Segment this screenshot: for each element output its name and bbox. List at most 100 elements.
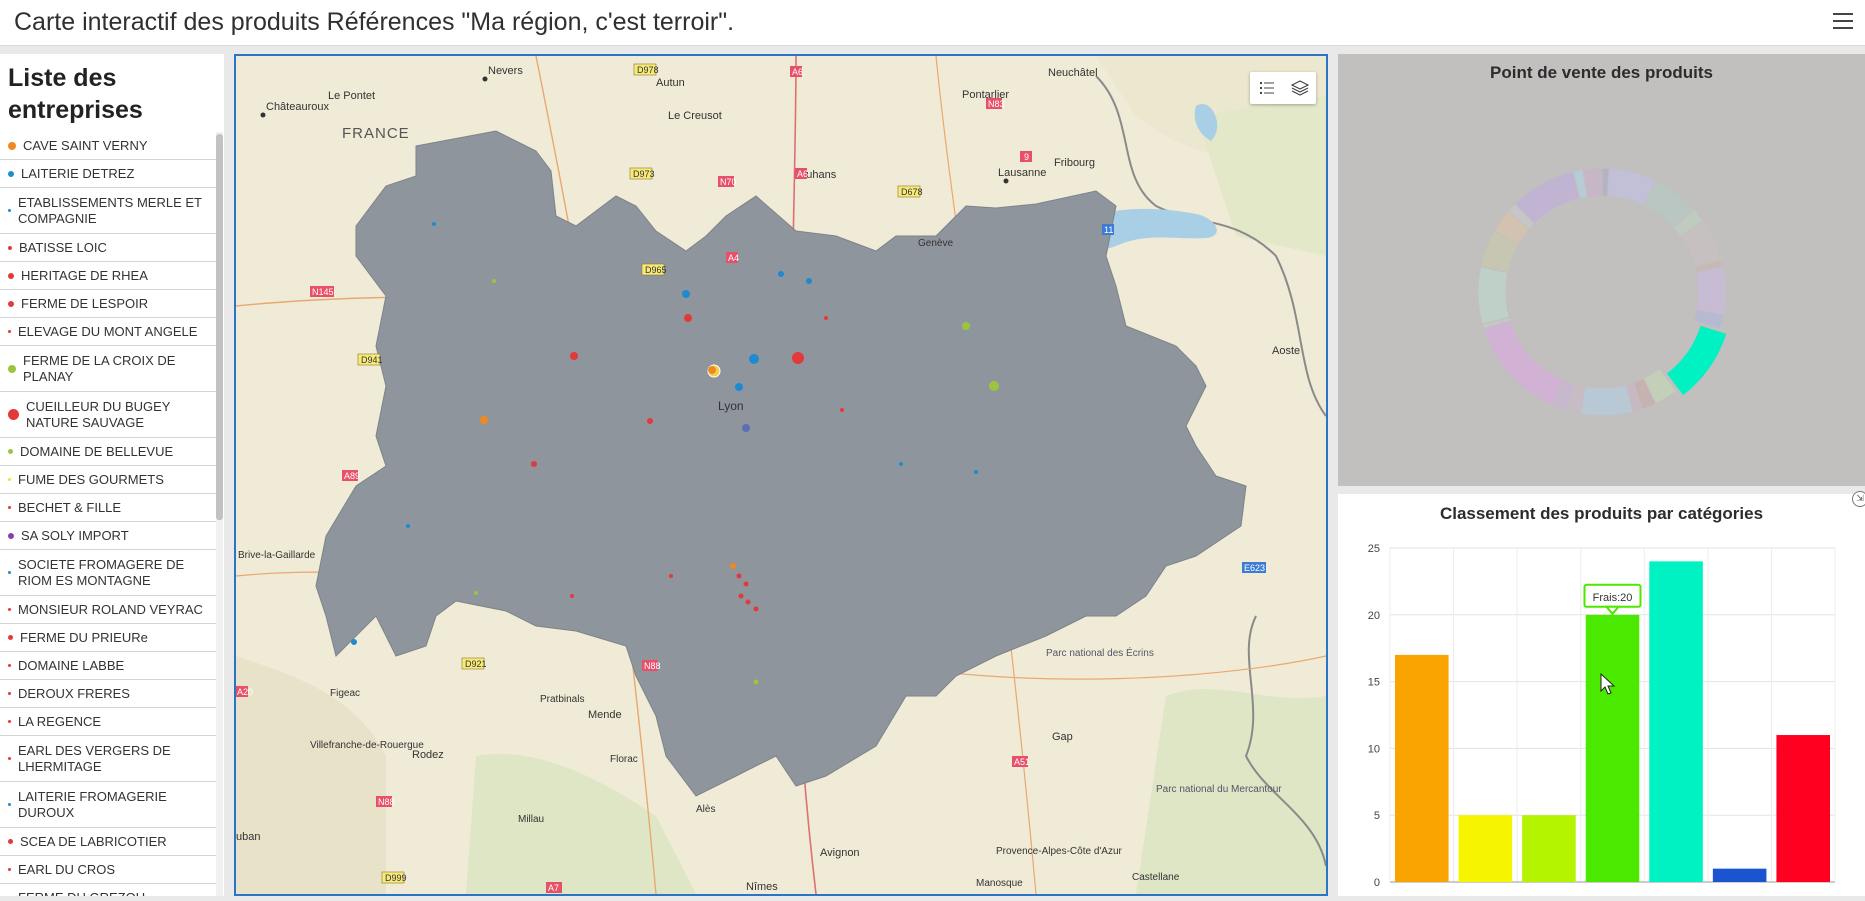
pie-chart[interactable]	[1338, 54, 1865, 486]
company-list-item[interactable]: BATISSE LOIC	[0, 234, 218, 262]
y-tick-label: 15	[1368, 677, 1380, 689]
road-shield-label: A20	[237, 687, 253, 697]
company-name: LAITERIE DETREZ	[21, 165, 135, 181]
company-list-item[interactable]: FERME DE LESPOIR	[0, 290, 218, 318]
map-label-manosque: Manosque	[976, 878, 1023, 889]
product-marker	[480, 416, 488, 424]
map-label-france: FRANCE	[342, 125, 410, 142]
bar[interactable]	[1395, 654, 1449, 882]
layers-icon[interactable]	[1283, 72, 1316, 104]
pie-slice[interactable]	[1477, 266, 1510, 325]
road-shield-label: D973	[633, 169, 655, 179]
road-shield-label: A4	[728, 253, 739, 263]
company-list-item[interactable]: DOMAINE LABBE	[0, 652, 218, 680]
company-list-item[interactable]: HERITAGE DE RHEA	[0, 262, 218, 290]
company-name: DOMAINE DE BELLEVUE	[20, 443, 174, 459]
sidebar-scrollbar-thumb[interactable]	[216, 134, 223, 520]
pie-chart-panel: Point de vente des produits	[1338, 54, 1865, 486]
bar-chart[interactable]: 0 5 10 15 20 25 Frais:20	[1338, 494, 1865, 896]
company-list-item[interactable]: FERME DE LA CROIX DE PLANAY	[0, 346, 218, 392]
bar[interactable]	[1522, 815, 1576, 882]
product-marker	[735, 383, 743, 391]
company-list-item[interactable]: SA SOLY IMPORT	[0, 522, 218, 550]
map-label-millau: Millau	[518, 814, 544, 825]
pie-slice[interactable]	[1483, 319, 1565, 407]
road-shield-label: N70	[720, 177, 737, 187]
product-marker	[684, 314, 692, 322]
bar[interactable]	[1458, 815, 1513, 882]
company-color-dot	[8, 635, 13, 640]
pie-slice[interactable]	[1695, 266, 1727, 316]
map-label-lyon: Lyon	[718, 399, 744, 413]
map-label-gap: Gap	[1052, 731, 1073, 743]
company-list-item[interactable]: EARL DU CROS	[0, 856, 218, 884]
road-shield-label: N83	[988, 99, 1005, 109]
company-color-dot	[8, 608, 11, 611]
company-list-item[interactable]: CAVE SAINT VERNY	[0, 132, 218, 160]
company-list-item[interactable]: LA REGENCE	[0, 708, 218, 736]
company-color-dot	[8, 330, 11, 333]
bar[interactable]	[1712, 868, 1767, 882]
company-list-item[interactable]: DEROUX FRERES	[0, 680, 218, 708]
bar[interactable]	[1585, 614, 1640, 882]
company-list-item[interactable]: ETABLISSEMENTS MERLE ET COMPAGNIE	[0, 188, 218, 234]
map-label-florac: Florac	[610, 754, 638, 765]
map-label-mende: Mende	[588, 709, 622, 721]
product-marker	[647, 418, 653, 424]
company-name: SA SOLY IMPORT	[21, 527, 129, 543]
y-tick-label: 20	[1368, 610, 1380, 622]
product-marker	[778, 271, 784, 277]
map-label-lecreusot: Le Creusot	[668, 110, 722, 122]
map-label-pratbinals: Pratbinals	[540, 694, 584, 705]
product-marker	[406, 524, 410, 528]
road-shield-label: 9	[1024, 152, 1029, 162]
map-canvas[interactable]: Nevers Châteauroux Le Pontet FRANCE Autu…	[236, 56, 1326, 894]
map-label-auban: uban	[236, 831, 260, 843]
hamburger-menu-icon[interactable]	[1833, 13, 1853, 31]
product-marker	[736, 573, 742, 579]
company-color-dot	[8, 720, 11, 723]
app-title: Carte interactif des produits Références…	[14, 8, 735, 36]
company-list-item[interactable]: EARL DES VERGERS DE LHERMITAGE	[0, 736, 218, 782]
map-label-nevers: Nevers	[488, 65, 523, 77]
road-shield-label: E623	[1244, 563, 1265, 573]
y-tick-label: 5	[1374, 810, 1380, 822]
pie-slice[interactable]	[1665, 324, 1728, 397]
road-shield-label: A6	[792, 67, 803, 77]
map-label-fribourg: Fribourg	[1054, 157, 1095, 169]
company-list-item[interactable]: BECHET & FILLE	[0, 494, 218, 522]
bar[interactable]	[1776, 735, 1830, 882]
company-color-dot	[8, 532, 14, 539]
road-shield-label: A89	[344, 471, 360, 481]
legend-list-icon[interactable]	[1250, 72, 1283, 104]
company-list-item[interactable]: FERME DU PRIEURe	[0, 624, 218, 652]
product-marker	[974, 470, 978, 474]
company-name: SCEA DE LABRICOTIER	[20, 833, 167, 849]
company-color-dot	[8, 409, 19, 420]
company-list-item[interactable]: FERME DU GREZOU	[0, 884, 218, 897]
sidebar-title: Liste des entreprises	[8, 64, 143, 124]
bar[interactable]	[1649, 561, 1703, 882]
company-list-item[interactable]: SCEA DE LABRICOTIER	[0, 828, 218, 856]
pie-slice[interactable]	[1579, 384, 1634, 417]
map-label-brive: Brive-la-Gaillarde	[238, 550, 316, 561]
company-color-dot	[8, 478, 11, 481]
company-list-item[interactable]: LAITERIE FROMAGERIE DUROUX	[0, 782, 218, 828]
y-tick-label: 25	[1368, 543, 1380, 555]
company-color-dot	[8, 141, 16, 150]
company-name: BECHET & FILLE	[18, 499, 122, 515]
company-list-item[interactable]: SOCIETE FROMAGERE DE RIOM ES MONTAGNE	[0, 550, 218, 596]
map-view[interactable]: Nevers Châteauroux Le Pontet FRANCE Autu…	[234, 54, 1328, 896]
map-label-ecrins: Parc national des Écrins	[1046, 646, 1154, 659]
company-color-dot	[8, 664, 11, 667]
bar-tooltip-text: Frais:20	[1593, 592, 1633, 604]
company-list-item[interactable]: MONSIEUR ROLAND VEYRAC	[0, 596, 218, 624]
company-color-dot	[8, 272, 14, 279]
product-marker	[669, 574, 673, 578]
company-list-item[interactable]: FUME DES GOURMETS	[0, 466, 218, 494]
company-list-item[interactable]: DOMAINE DE BELLEVUE	[0, 438, 218, 466]
company-list-item[interactable]: ELEVAGE DU MONT ANGELE	[0, 318, 218, 346]
company-list-item[interactable]: CUEILLEUR DU BUGEY NATURE SAUVAGE	[0, 392, 218, 438]
company-list-item[interactable]: LAITERIE DETREZ	[0, 160, 218, 188]
product-marker	[749, 354, 759, 364]
